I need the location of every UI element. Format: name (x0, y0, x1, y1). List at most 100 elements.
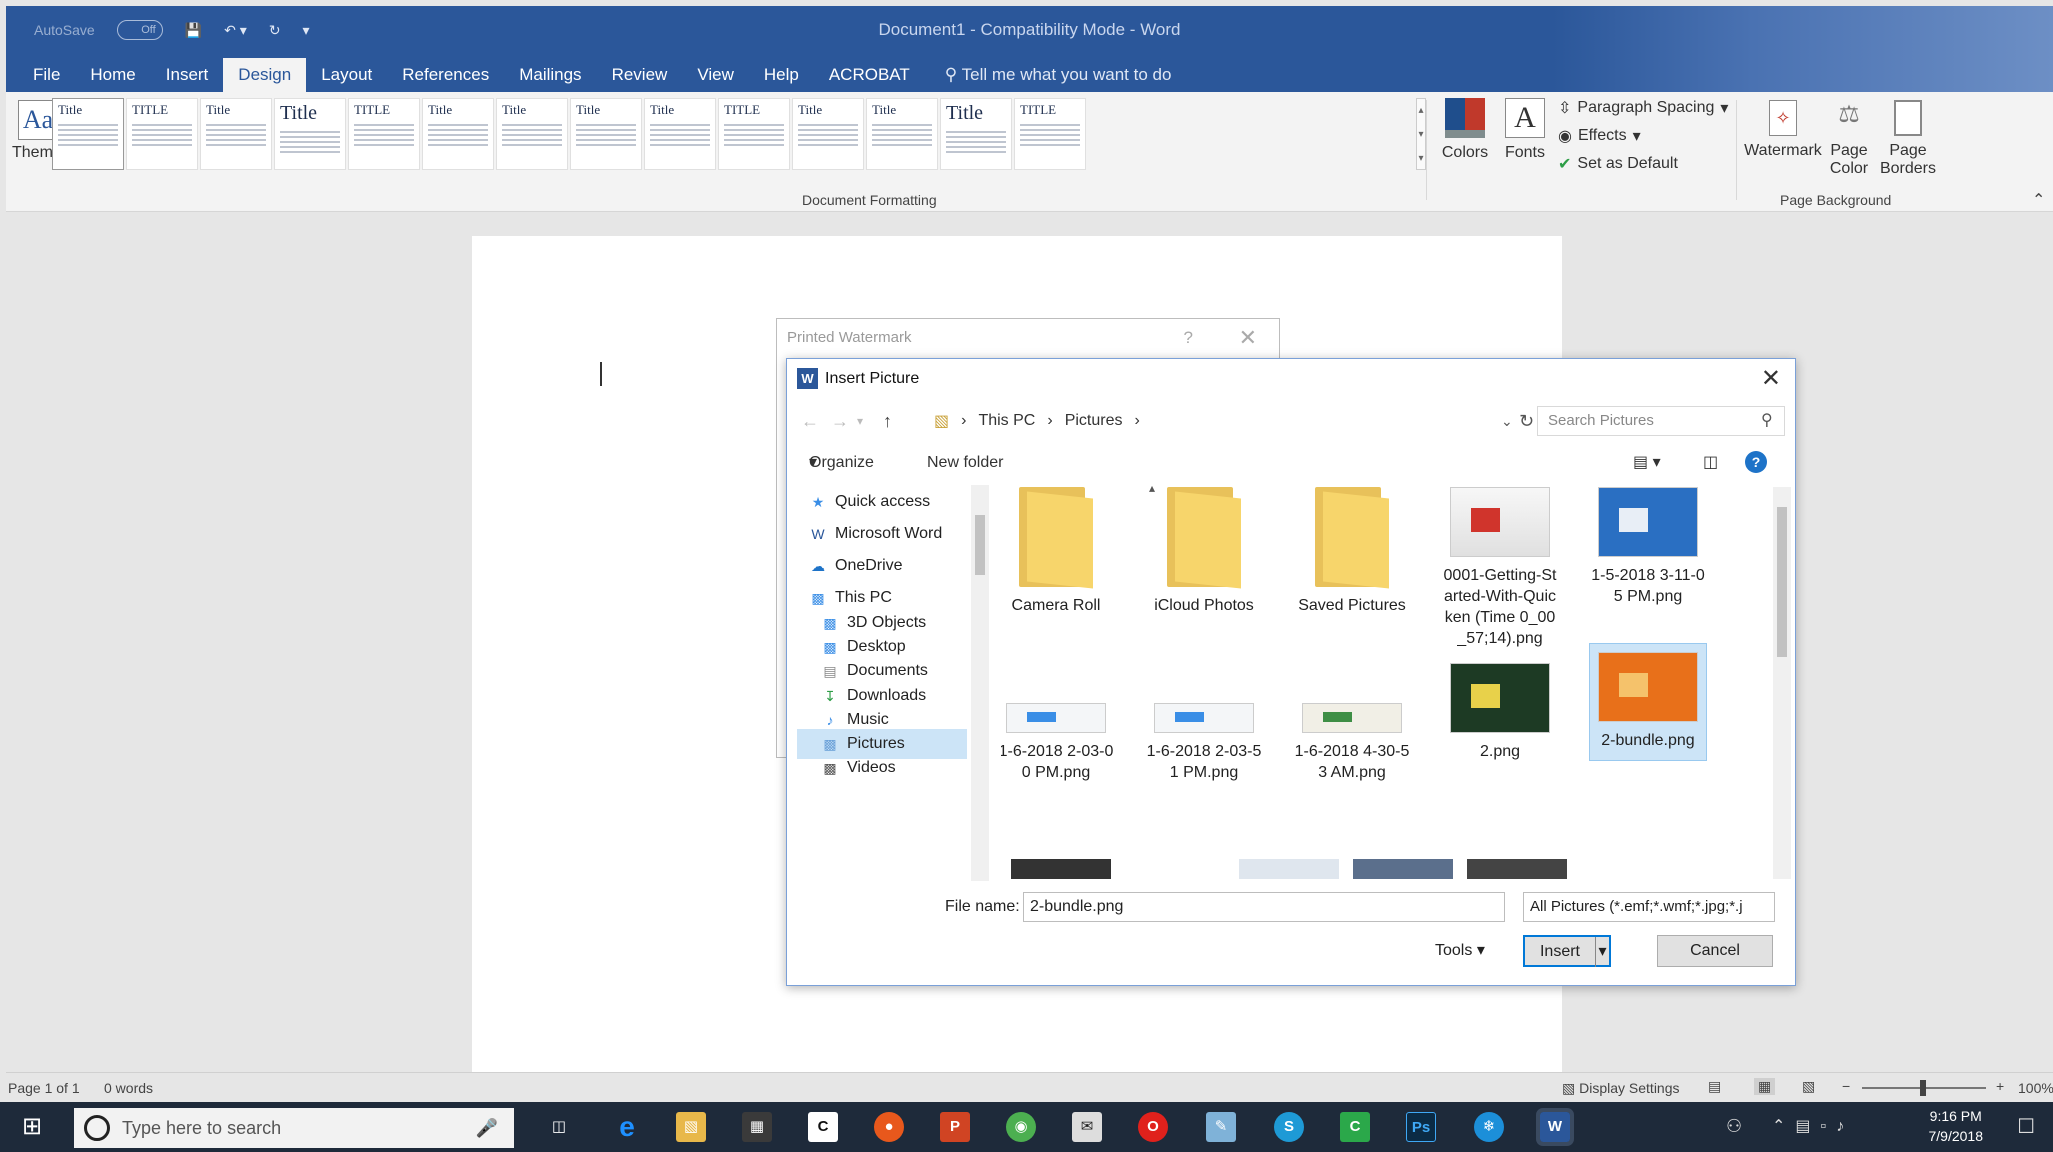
breadcrumb[interactable]: ▧ › This PC › Pictures › (933, 406, 1501, 436)
zoom-out-icon[interactable]: − (1842, 1078, 1850, 1094)
tell-me-box[interactable]: ⚲ Tell me what you want to do (925, 58, 1187, 92)
file-type-select[interactable]: All Pictures (*.emf;*.wmf;*.jpg;*.j (1523, 892, 1775, 922)
style-set-thumbnail[interactable]: Title (644, 98, 716, 170)
tab-help[interactable]: Help (749, 58, 814, 92)
style-set-thumbnail[interactable]: Title (422, 98, 494, 170)
tab-design[interactable]: Design (223, 58, 307, 92)
file-item[interactable]: 1-6-2018 4-30-53 AM.png (1293, 663, 1411, 783)
mail-icon[interactable]: ✉ (1072, 1112, 1102, 1142)
file-item[interactable]: 1-5-2018 3-11-05 PM.png (1589, 487, 1707, 607)
forward-icon[interactable]: → (831, 403, 849, 439)
zoom-slider-thumb[interactable] (1920, 1080, 1926, 1096)
nav-item-quick-access[interactable]: ★ Quick access (797, 487, 967, 517)
firefox-icon[interactable]: ● (874, 1112, 904, 1142)
display-settings-button[interactable]: ▧ Display Settings (1562, 1080, 1680, 1097)
file-item[interactable]: 2-bundle.png (1589, 643, 1707, 761)
breadcrumb-pictures[interactable]: Pictures (1065, 412, 1123, 430)
address-dropdown-icon[interactable]: ⌄ (1501, 403, 1513, 439)
help-icon[interactable]: ? (1745, 451, 1767, 473)
word-count[interactable]: 0 words (104, 1080, 153, 1096)
gallery-scroll-icon[interactable]: ▴ ▾ ▾ (1416, 98, 1426, 170)
nav-scrollbar[interactable]: ▴ (971, 481, 1155, 881)
style-set-thumbnail[interactable]: TITLE (126, 98, 198, 170)
watermark-button[interactable]: ✧ Watermark (1742, 100, 1824, 160)
close-icon[interactable]: ✕ (1761, 359, 1781, 399)
up-icon[interactable]: ↑ (883, 403, 892, 439)
windows-start-icon[interactable]: ⊞ (22, 1114, 42, 1140)
task-view-icon[interactable]: ◫ (544, 1112, 574, 1142)
effects-button[interactable]: ◉ Effects ▾ (1558, 126, 1641, 146)
style-set-thumbnail[interactable]: Title (274, 98, 346, 170)
file-item[interactable]: 1-6-2018 2-03-00 PM.png (1001, 663, 1115, 783)
image-thumbnail-icon[interactable] (1353, 859, 1453, 879)
page-color-button[interactable]: ⚖ Page Color (1822, 100, 1876, 178)
file-item[interactable]: Camera Roll (1001, 487, 1115, 616)
style-set-thumbnail[interactable]: Title (52, 98, 124, 170)
skype-icon[interactable]: S (1274, 1112, 1304, 1142)
recent-chevron-icon[interactable]: ▾ (857, 403, 863, 439)
snowflake-app-icon[interactable]: ❄ (1474, 1112, 1504, 1142)
notifications-icon[interactable]: ☐ (2017, 1114, 2035, 1139)
powerpoint-icon[interactable]: P (940, 1112, 970, 1142)
tab-insert[interactable]: Insert (151, 58, 224, 92)
insert-button[interactable]: Insert ▾ (1523, 935, 1611, 967)
tab-mailings[interactable]: Mailings (504, 58, 596, 92)
new-folder-button[interactable]: New folder (927, 443, 1003, 483)
collapse-ribbon-icon[interactable]: ⌃ (2032, 190, 2045, 210)
style-set-thumbnail[interactable]: Title (496, 98, 568, 170)
change-view-icon[interactable]: ▤ ▾ (1633, 443, 1661, 483)
style-set-thumbnail[interactable]: Title (940, 98, 1012, 170)
nav-scroll-thumb[interactable] (975, 515, 985, 575)
zoom-level[interactable]: 100% (2018, 1080, 2053, 1096)
tab-view[interactable]: View (682, 58, 749, 92)
notepad-icon[interactable]: ✎ (1206, 1112, 1236, 1142)
photoshop-icon[interactable]: Ps (1406, 1112, 1436, 1142)
file-name-input[interactable]: 2-bundle.png (1023, 892, 1505, 922)
tab-review[interactable]: Review (597, 58, 683, 92)
page-borders-button[interactable]: Page Borders (1878, 100, 1938, 178)
file-list-scrollbar[interactable] (1773, 487, 1791, 879)
people-icon[interactable]: ⚇ (1726, 1116, 1742, 1137)
nav-item-onedrive[interactable]: ☁ OneDrive (797, 551, 967, 581)
cancel-button[interactable]: Cancel (1657, 935, 1773, 967)
store-icon[interactable]: ▦ (742, 1112, 772, 1142)
paragraph-spacing-button[interactable]: ⇳ Paragraph Spacing ▾ (1558, 98, 1728, 118)
colors-button[interactable]: Colors (1438, 98, 1492, 162)
file-item[interactable]: iCloud Photos (1145, 487, 1263, 616)
tab-acrobat[interactable]: ACROBAT (814, 58, 925, 92)
set-as-default-button[interactable]: ✔ Set as Default (1558, 154, 1678, 174)
microphone-icon[interactable]: 🎤 (476, 1118, 498, 1139)
tab-references[interactable]: References (387, 58, 504, 92)
image-thumbnail-icon[interactable] (1239, 859, 1339, 879)
image-thumbnail-icon[interactable] (1011, 859, 1111, 879)
page-count[interactable]: Page 1 of 1 (8, 1080, 80, 1096)
tools-button[interactable]: Tools ▾ (1435, 935, 1485, 967)
camtasia-green-icon[interactable]: C (1340, 1112, 1370, 1142)
taskbar-search[interactable]: Type here to search 🎤 (74, 1108, 514, 1148)
system-tray-icons[interactable]: ⌃▤▫♪ (1772, 1116, 1854, 1136)
file-item[interactable]: 1-6-2018 2-03-51 PM.png (1145, 663, 1263, 783)
file-explorer-icon[interactable]: ▧ (676, 1112, 706, 1142)
back-icon[interactable]: ← (801, 403, 819, 439)
web-layout-icon[interactable]: ▧ (1802, 1078, 1815, 1095)
style-set-thumbnail[interactable]: Title (200, 98, 272, 170)
word-taskbar-icon[interactable]: W (1536, 1108, 1574, 1146)
file-scroll-thumb[interactable] (1777, 507, 1787, 657)
breadcrumb-this-pc[interactable]: This PC (978, 412, 1035, 430)
preview-pane-icon[interactable]: ◫ (1703, 443, 1718, 483)
insert-dropdown-icon[interactable]: ▾ (1595, 937, 1609, 967)
chrome-icon[interactable]: ◉ (1006, 1112, 1036, 1142)
tab-layout[interactable]: Layout (306, 58, 387, 92)
nav-item-videos[interactable]: ▩ Videos (797, 753, 967, 783)
style-set-thumbnail[interactable]: Title (866, 98, 938, 170)
opera-icon[interactable]: O (1138, 1112, 1168, 1142)
style-set-thumbnail[interactable]: TITLE (1014, 98, 1086, 170)
file-item[interactable]: 0001-Getting-Started-With-Quicken (Time … (1441, 487, 1559, 649)
file-item[interactable]: Saved Pictures (1293, 487, 1411, 616)
style-set-thumbnail[interactable]: Title (792, 98, 864, 170)
refresh-icon[interactable]: ↻ (1519, 403, 1534, 439)
zoom-in-icon[interactable]: + (1996, 1078, 2004, 1094)
style-set-thumbnail[interactable]: Title (570, 98, 642, 170)
help-icon[interactable]: ? (1184, 319, 1193, 357)
tab-home[interactable]: Home (75, 58, 150, 92)
